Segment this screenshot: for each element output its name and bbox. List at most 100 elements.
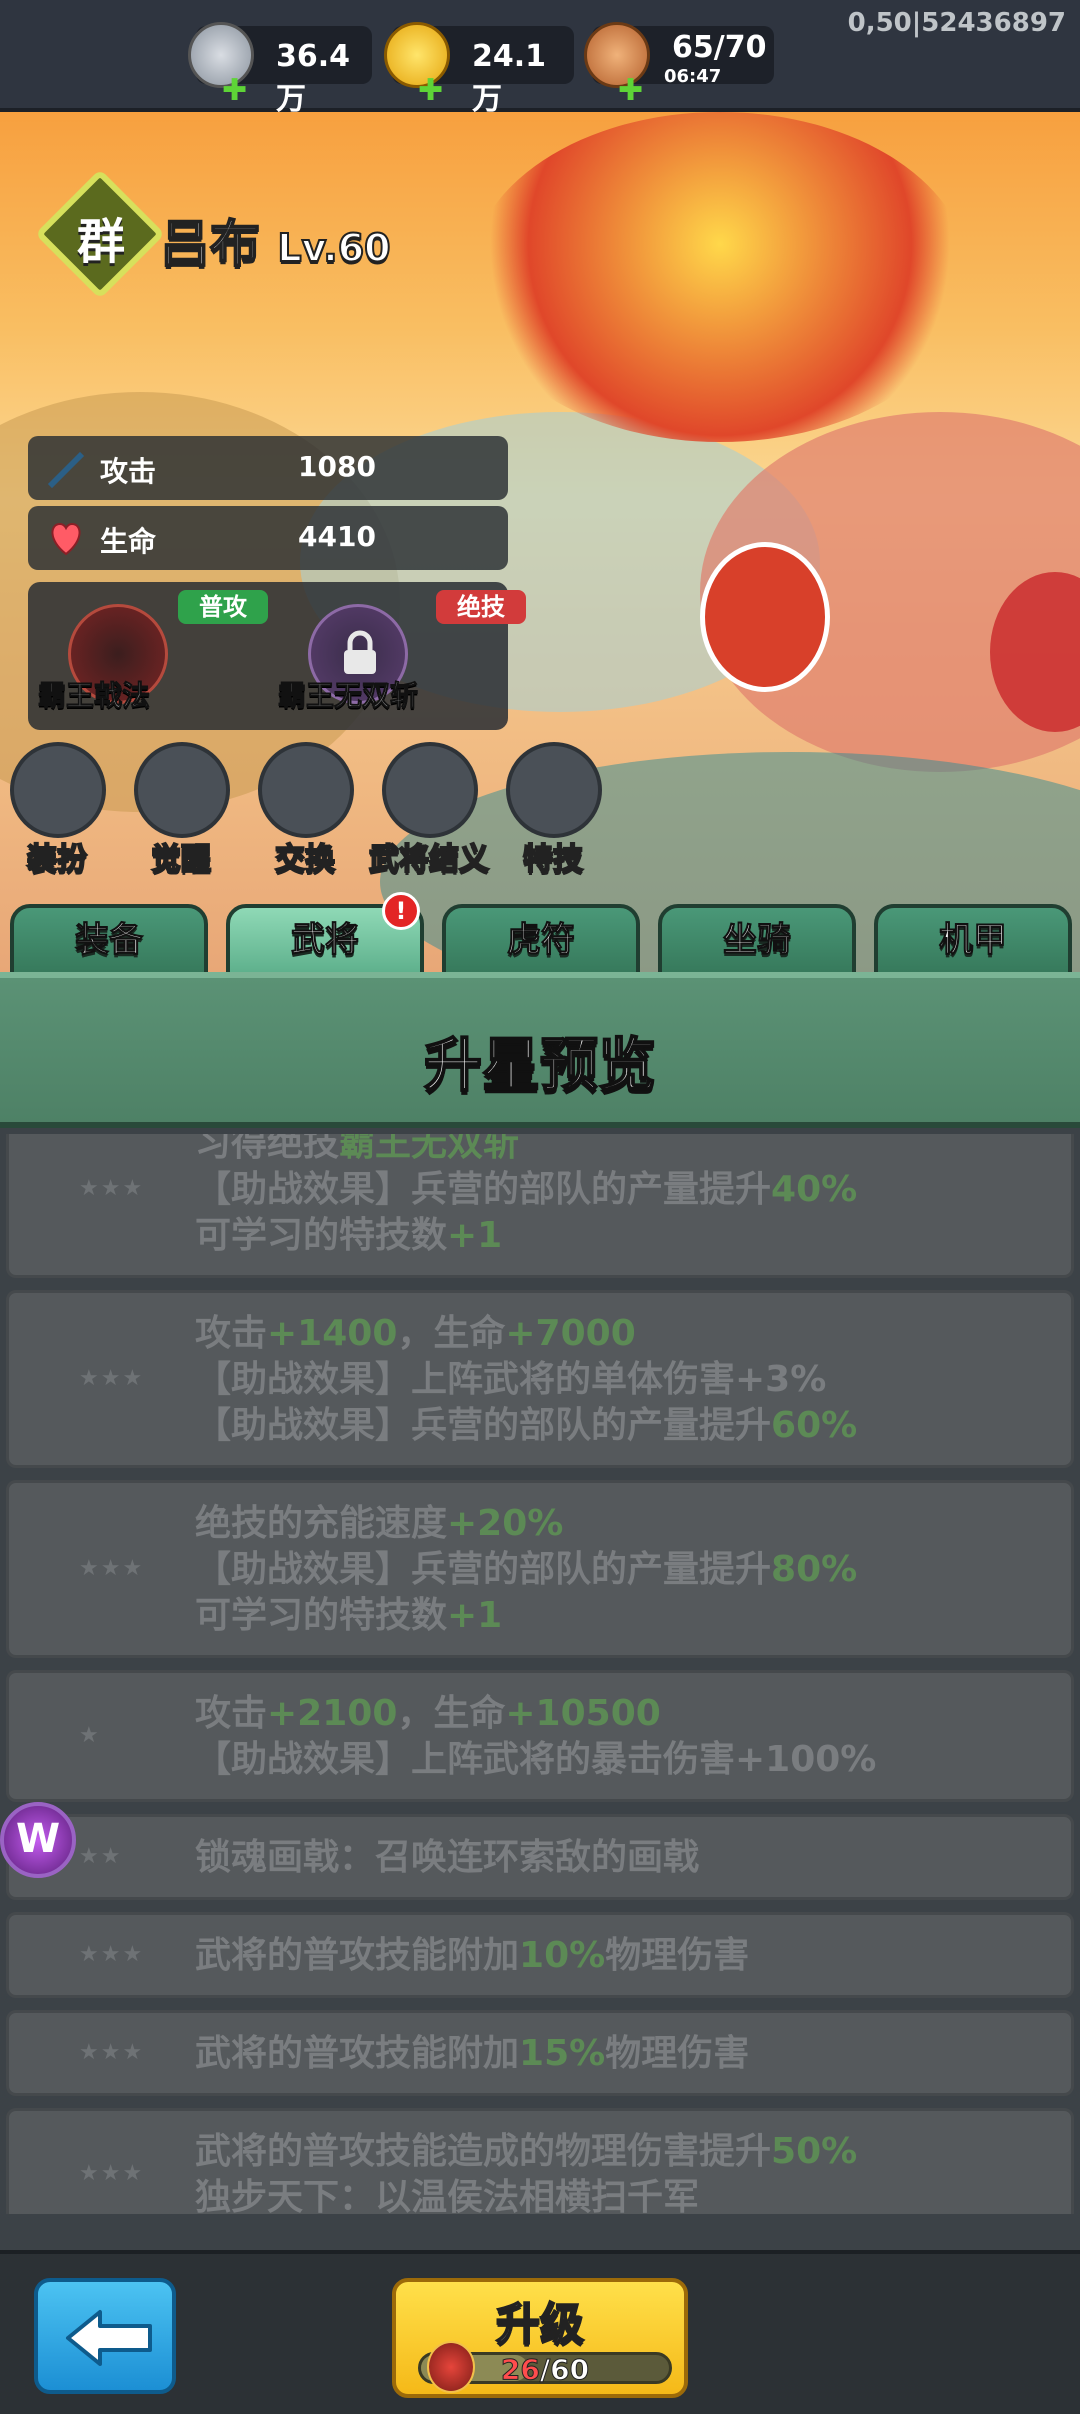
ally-character bbox=[700, 542, 830, 692]
effect-text: 可学习的特技数 bbox=[195, 1595, 448, 1636]
star-rank-icon: ★★★ bbox=[79, 1366, 145, 1391]
star-preview-row: ★★★ 习得绝技霸王无双斩 【助战效果】兵营的部队的产量提升40% 可学习的特技数+1 bbox=[6, 1134, 1074, 1278]
stat-value: 4410 bbox=[298, 520, 376, 553]
effect-text: 物理伤害 bbox=[605, 1935, 750, 1976]
effect-line: 可学习的特技数+1 bbox=[195, 1593, 857, 1639]
action-exchange[interactable]: 交换 bbox=[250, 742, 360, 892]
action-label: 特技 bbox=[522, 841, 584, 878]
skill-ultimate[interactable]: 绝技 霸王无双斩 bbox=[278, 586, 526, 716]
star-effect-text: 武将的普攻技能造成的物理伤害提升50% 独步天下：以温侯法相横扫千军 bbox=[195, 2129, 857, 2214]
stamina-resource[interactable]: ✚ 65/70 06:47 bbox=[584, 22, 774, 106]
silver-resource[interactable]: ✚ 36.4万 bbox=[188, 22, 372, 117]
effect-text: 独步天下：以温侯法相横扫千军 bbox=[195, 2177, 700, 2214]
effect-value: +7000 bbox=[505, 1313, 636, 1354]
tab-tiger-tally[interactable]: 虎符 bbox=[442, 904, 640, 972]
effect-line: 独步天下：以温侯法相横扫千军 bbox=[195, 2175, 857, 2214]
floating-assist-icon[interactable]: W bbox=[0, 1802, 76, 1878]
stat-value: 1080 bbox=[298, 450, 376, 483]
category-tabs: 装备 武将 ! 虎符 坐骑 机甲 bbox=[0, 892, 1080, 972]
faction-label: 群 bbox=[76, 214, 125, 270]
back-arrow-icon bbox=[66, 2310, 152, 2366]
star-preview-row: ★★★ 攻击+1400，生命+7000 【助战效果】上阵武将的单体伤害+3% 【助战效… bbox=[6, 1290, 1074, 1468]
star-effect-text: 习得绝技霸王无双斩 【助战效果】兵营的部队的产量提升40% 可学习的特技数+1 bbox=[195, 1134, 857, 1259]
star-rank-icon: ★★★ bbox=[79, 1942, 145, 1967]
server-coord-text: 0,50|52436897 bbox=[847, 8, 1066, 38]
upgrade-label: 升级 bbox=[495, 2298, 585, 2351]
skill-tag: 普攻 bbox=[178, 590, 268, 624]
gold-resource[interactable]: ✚ 24.1万 bbox=[384, 22, 574, 117]
effect-text: 武将的普攻技能造成的物理伤害提升 bbox=[195, 2131, 772, 2172]
tab-equipment[interactable]: 装备 bbox=[10, 904, 208, 972]
bottom-bar: 升级 26/60 bbox=[0, 2250, 1080, 2414]
effect-value: 40% bbox=[771, 1169, 858, 1210]
silver-value: 36.4万 bbox=[276, 39, 351, 117]
effect-text: ，生命 bbox=[397, 1693, 506, 1734]
stamina-timer: 06:47 bbox=[664, 66, 722, 87]
effect-value: +20% bbox=[447, 1503, 564, 1544]
plus-icon[interactable]: ✚ bbox=[418, 76, 443, 106]
effect-line: 武将的普攻技能附加15%物理伤害 bbox=[195, 2031, 749, 2077]
action-sworn-brothers[interactable]: 武将结义 bbox=[368, 742, 490, 892]
action-awaken[interactable]: 觉醒 bbox=[126, 742, 236, 892]
effect-text: 武将的普攻技能附加 bbox=[195, 1935, 520, 1976]
notification-badge: ! bbox=[382, 892, 420, 930]
upgrade-button[interactable]: 升级 26/60 bbox=[392, 2278, 688, 2398]
plus-icon[interactable]: ✚ bbox=[222, 76, 247, 106]
effect-text: 锁魂画戟：召唤连环索敌的画戟 bbox=[195, 1837, 700, 1878]
effect-text: 攻击 bbox=[195, 1313, 268, 1354]
effect-value: 60% bbox=[771, 1405, 858, 1446]
stat-attack: 攻击 1080 bbox=[28, 436, 508, 500]
effect-text: 武将的普攻技能附加 bbox=[195, 2033, 520, 2074]
star-preview-row: ★★★ 绝技的充能速度+20% 【助战效果】兵营的部队的产量提升80% 可学习的特技数… bbox=[6, 1480, 1074, 1658]
tab-mount[interactable]: 坐骑 bbox=[658, 904, 856, 972]
panel-title: 升星预览 bbox=[423, 1030, 657, 1100]
effect-line: 绝技的充能速度+20% bbox=[195, 1501, 857, 1547]
star-rank-icon: ★★★ bbox=[79, 1176, 145, 1201]
tab-mecha[interactable]: 机甲 bbox=[874, 904, 1072, 972]
progress-total: /60 bbox=[539, 2353, 590, 2387]
scroll-icon bbox=[506, 742, 602, 838]
effect-value: +2100 bbox=[267, 1693, 398, 1734]
effect-line: 【助战效果】兵营的部队的产量提升60% bbox=[195, 1403, 857, 1449]
skill-name: 霸王无双斩 bbox=[278, 679, 419, 713]
effect-text: 【助战效果】上阵武将的单体伤害+3% bbox=[195, 1359, 827, 1400]
action-row: 装扮 觉醒 交换 武将结义 特技 bbox=[0, 742, 700, 892]
effect-value: 15% bbox=[519, 2033, 606, 2074]
star-rank-icon: ★ bbox=[79, 1723, 101, 1748]
effect-value: +1 bbox=[447, 1595, 503, 1636]
lock-icon bbox=[344, 630, 376, 674]
action-dress-up[interactable]: 装扮 bbox=[2, 742, 112, 892]
effect-text: 物理伤害 bbox=[605, 2033, 750, 2074]
skill-basic[interactable]: 普攻 霸王戟法 bbox=[38, 586, 268, 716]
hero-level: Lv.60 bbox=[276, 225, 391, 271]
effect-value: 50% bbox=[771, 2131, 858, 2172]
plus-icon[interactable]: ✚ bbox=[618, 76, 643, 106]
action-special-skill[interactable]: 特技 bbox=[498, 742, 608, 892]
effect-value: +1400 bbox=[267, 1313, 398, 1354]
back-button[interactable] bbox=[34, 2278, 176, 2394]
sword-icon bbox=[47, 451, 85, 489]
star-list[interactable]: ★★★ 习得绝技霸王无双斩 【助战效果】兵营的部队的产量提升40% 可学习的特技数+1… bbox=[0, 1134, 1080, 2214]
heart-icon bbox=[51, 522, 81, 556]
star-preview-row: ★★★ 武将的普攻技能造成的物理伤害提升50% 独步天下：以温侯法相横扫千军 bbox=[6, 2108, 1074, 2214]
effect-text: 习得绝技 bbox=[195, 1134, 340, 1164]
hero-name: 吕布 bbox=[159, 214, 261, 274]
hero-title: 群 吕布 Lv.60 bbox=[34, 168, 548, 300]
star-effect-text: 攻击+1400，生命+7000 【助战效果】上阵武将的单体伤害+3% 【助战效果】兵… bbox=[195, 1311, 857, 1449]
star-effect-text: 武将的普攻技能附加15%物理伤害 bbox=[195, 2031, 749, 2077]
effect-text: 【助战效果】兵营的部队的产量提升 bbox=[195, 1169, 772, 1210]
effect-line: 武将的普攻技能附加10%物理伤害 bbox=[195, 1933, 749, 1979]
skill-tag: 绝技 bbox=[436, 590, 526, 624]
effect-text: 【助战效果】上阵武将的暴击伤害+100% bbox=[195, 1739, 877, 1780]
helmet-icon bbox=[258, 742, 354, 838]
effect-line: 【助战效果】兵营的部队的产量提升40% bbox=[195, 1167, 857, 1213]
effect-value: +10500 bbox=[505, 1693, 661, 1734]
star-rank-icon: ★★★ bbox=[79, 1556, 145, 1581]
star-effect-text: 武将的普攻技能附加10%物理伤害 bbox=[195, 1933, 749, 1979]
stat-health: 生命 4410 bbox=[28, 506, 508, 570]
star-preview-row: ★★ 锁魂画戟：召唤连环索敌的画戟 bbox=[6, 1814, 1074, 1900]
hero-scene: 群 吕布 Lv.60 攻击 1080 生命 4410 普攻 霸王戟法 绝技 霸王… bbox=[0, 112, 1080, 972]
star-preview-row: ★★★ 武将的普攻技能附加10%物理伤害 bbox=[6, 1912, 1074, 1998]
effect-line: 【助战效果】上阵武将的单体伤害+3% bbox=[195, 1357, 857, 1403]
robe-icon bbox=[10, 742, 106, 838]
